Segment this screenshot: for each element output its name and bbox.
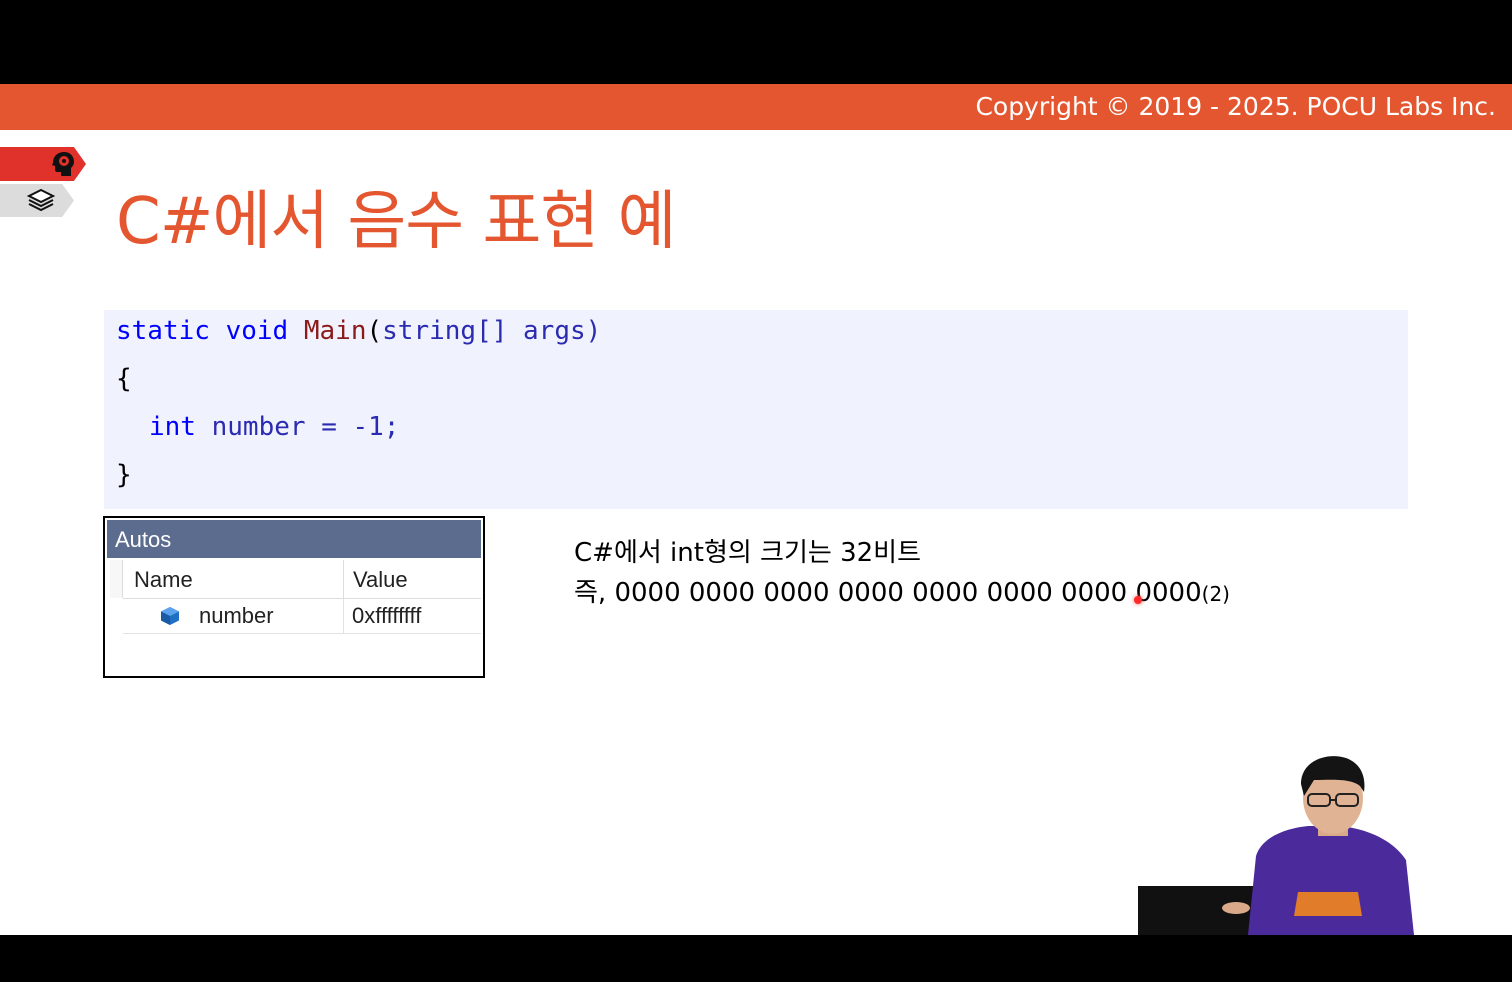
code-line-4: } xyxy=(116,460,132,490)
presenter-video xyxy=(1138,756,1418,935)
table-row[interactable]: number 0xffffffff xyxy=(123,599,481,634)
column-header-value-label: Value xyxy=(353,567,408,592)
code-keyword: static xyxy=(116,316,210,346)
code-line-2: { xyxy=(116,364,132,394)
binary-base-subscript: (2) xyxy=(1201,582,1230,606)
autos-title-bar: Autos xyxy=(107,520,481,558)
code-function-name: Main xyxy=(303,316,367,346)
code-line-1: static void Main(string[] args) xyxy=(116,316,601,346)
slide-title: C#에서 음수 표현 예 xyxy=(116,185,677,259)
binary-value: 즉, 0000 0000 0000 0000 0000 0000 0000 00… xyxy=(574,578,1202,608)
brain-icon xyxy=(46,148,78,180)
code-args: [] args) xyxy=(476,316,602,346)
column-header-name-label: Name xyxy=(134,567,193,592)
copyright-banner: Copyright © 2019 - 2025. POCU Labs Inc. xyxy=(0,84,1512,130)
variable-cube-icon xyxy=(159,605,181,631)
note-line-1: C#에서 int형의 크기는 32비트 xyxy=(574,538,921,568)
column-header-value[interactable]: Value xyxy=(344,560,481,599)
laser-pointer xyxy=(1134,596,1142,604)
variable-name: number xyxy=(199,603,274,628)
note-line-2: 즉, 0000 0000 0000 0000 0000 0000 0000 00… xyxy=(574,572,1230,609)
code-type: string xyxy=(382,316,477,346)
autos-window: Autos Name Value number 0xffffffff xyxy=(103,516,485,678)
code-keyword: void xyxy=(225,316,289,346)
code-keyword: int xyxy=(149,412,196,442)
variable-value: 0xffffffff xyxy=(352,603,422,628)
column-header-name[interactable]: Name xyxy=(123,560,344,599)
code-punct: ( xyxy=(366,316,383,346)
slide: Copyright © 2019 - 2025. POCU Labs Inc. … xyxy=(0,84,1512,935)
layers-icon xyxy=(26,186,56,216)
column-divider xyxy=(343,599,344,633)
code-line-3: int number = -1; xyxy=(149,412,399,442)
code-block: static void Main(string[] args) { int nu… xyxy=(104,310,1408,509)
autos-title: Autos xyxy=(115,527,172,552)
code-statement: number = -1; xyxy=(195,412,400,442)
autos-gutter xyxy=(110,560,123,598)
copyright-text: Copyright © 2019 - 2025. POCU Labs Inc. xyxy=(975,92,1496,121)
